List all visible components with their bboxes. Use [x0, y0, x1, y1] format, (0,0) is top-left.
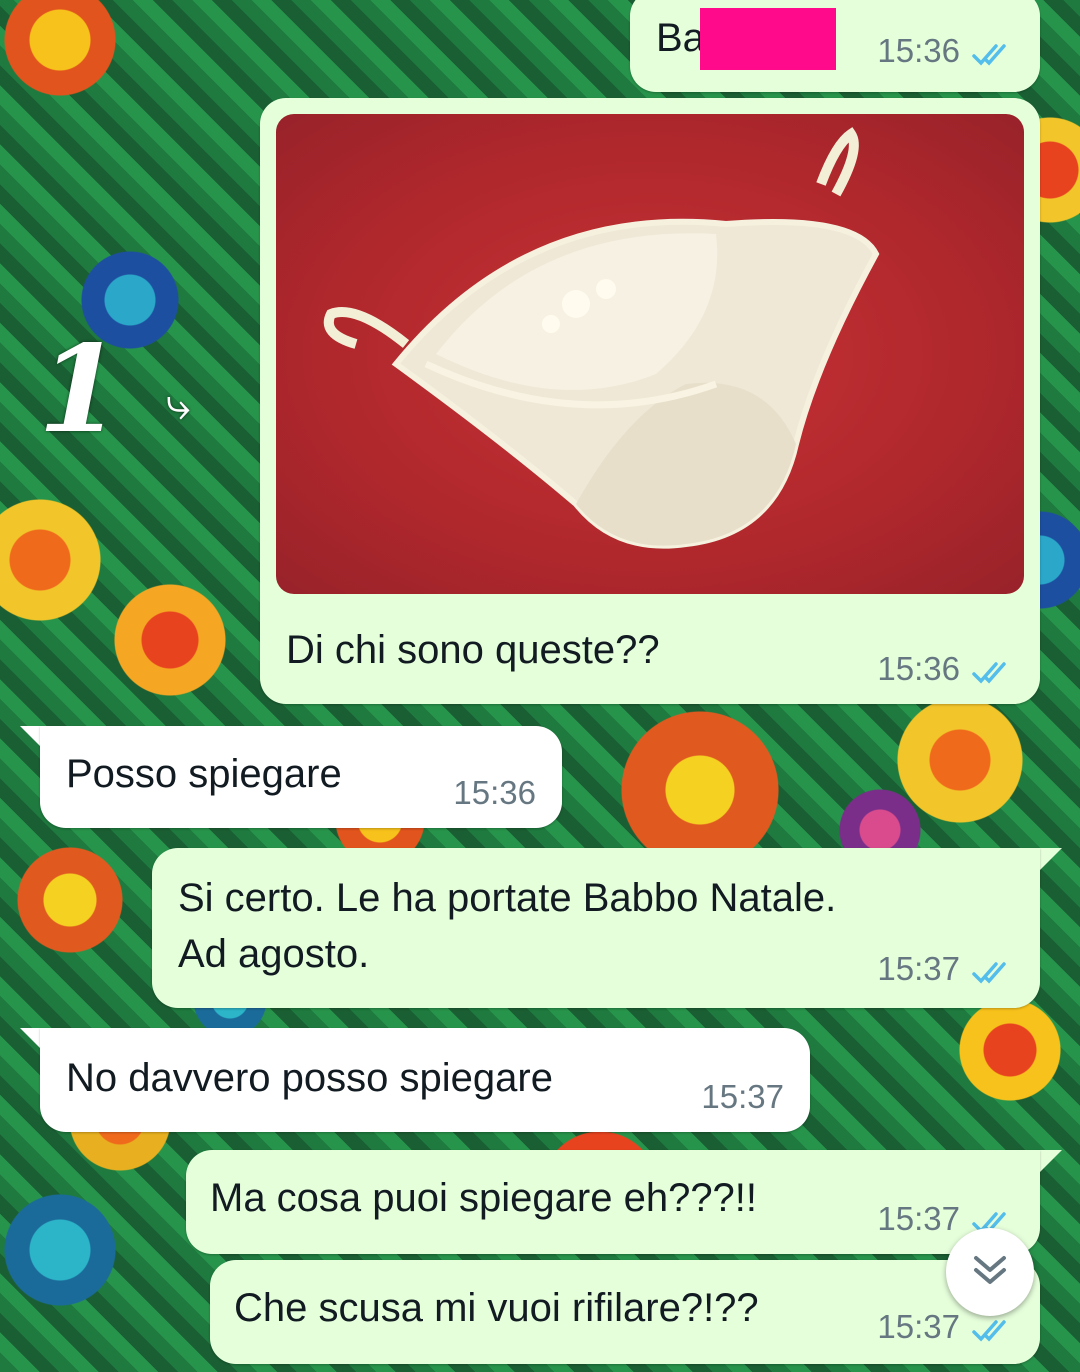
- message-outgoing-photo[interactable]: Di chi sono queste?? 15:36: [260, 98, 1040, 704]
- message-time: 15:36: [877, 650, 960, 687]
- message-time: 15:36: [453, 774, 536, 811]
- annotation-number: 1: [38, 319, 122, 460]
- message-time: 15:37: [877, 1200, 960, 1237]
- message-outgoing[interactable]: Si certo. Le ha portate Babbo Natale. Ad…: [152, 848, 1040, 1008]
- read-ticks-icon: [972, 956, 1016, 984]
- message-outgoing[interactable]: Che scusa mi vuoi rifilare?!?? 15:37: [210, 1260, 1040, 1364]
- message-text: Si certo. Le ha portate Babbo Natale. Ad…: [178, 876, 837, 976]
- message-text: Che scusa mi vuoi rifilare?!??: [234, 1286, 759, 1330]
- message-text: No davvero posso spiegare: [66, 1056, 553, 1100]
- message-photo[interactable]: [276, 114, 1024, 594]
- message-time: 15:36: [877, 32, 960, 69]
- read-ticks-icon: [972, 38, 1016, 66]
- handwritten-annotation: 1 ⤷: [38, 330, 228, 470]
- message-time: 15:37: [877, 1308, 960, 1345]
- message-text: Ba: [656, 16, 705, 60]
- message-text: Di chi sono queste??: [286, 628, 660, 672]
- message-time: 15:37: [877, 950, 960, 987]
- scroll-to-bottom-button[interactable]: [946, 1228, 1034, 1316]
- message-outgoing[interactable]: Ma cosa puoi spiegare eh???!! 15:37: [186, 1150, 1040, 1254]
- curved-arrow-icon: ⤷: [166, 380, 191, 429]
- redaction-block: [700, 8, 836, 70]
- double-chevron-down-icon: [968, 1248, 1012, 1297]
- read-ticks-icon: [972, 1314, 1016, 1342]
- message-outgoing[interactable]: Ba 15:36: [630, 0, 1040, 92]
- message-text: Ma cosa puoi spiegare eh???!!: [210, 1176, 758, 1220]
- lingerie-photo: [323, 127, 880, 549]
- message-incoming[interactable]: Posso spiegare 15:36: [40, 726, 562, 828]
- message-time: 15:37: [701, 1078, 784, 1115]
- message-incoming[interactable]: No davvero posso spiegare 15:37: [40, 1028, 810, 1132]
- read-ticks-icon: [972, 656, 1016, 684]
- message-text: Posso spiegare: [66, 752, 342, 796]
